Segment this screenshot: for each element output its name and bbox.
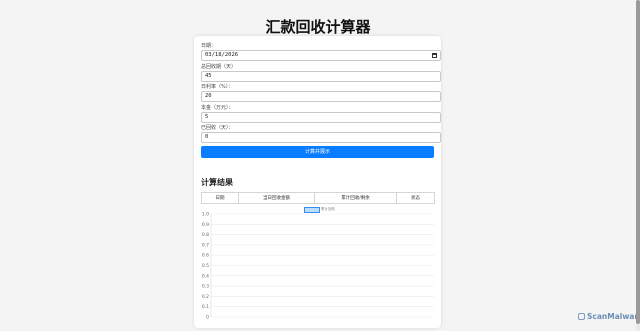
scrollbar-track[interactable]	[636, 0, 640, 331]
y-tick-label: 0.2	[202, 294, 209, 300]
y-tick-label: 0.5	[202, 263, 209, 269]
scrollbar-thumb[interactable]	[636, 0, 640, 324]
y-tick-label: 0	[206, 315, 209, 321]
y-tick-label: 0.7	[202, 242, 209, 248]
y-tick-label: 1.0	[202, 212, 209, 218]
y-tick-label: 0.4	[202, 273, 209, 279]
y-tick-label: 0.3	[202, 284, 209, 290]
watermark-text: ScanMalware	[587, 312, 640, 321]
y-tick-label: 0.6	[202, 253, 209, 259]
page-title: 汇款回收计算器	[265, 18, 371, 36]
recovery-chart: 1.0 0.9 0.8 0.7 0.6 0.5 0.4 0.3 0.2 0.1 0	[202, 212, 434, 321]
y-tick-label: 0.1	[202, 304, 209, 310]
calculator-card: 日期： 03/18/2026 总回收期（天） 45 日利率（%）： 20 本金（…	[194, 36, 441, 328]
y-tick-label: 0.9	[202, 222, 209, 228]
shield-icon	[578, 313, 585, 320]
y-tick-label: 0.8	[202, 232, 209, 238]
